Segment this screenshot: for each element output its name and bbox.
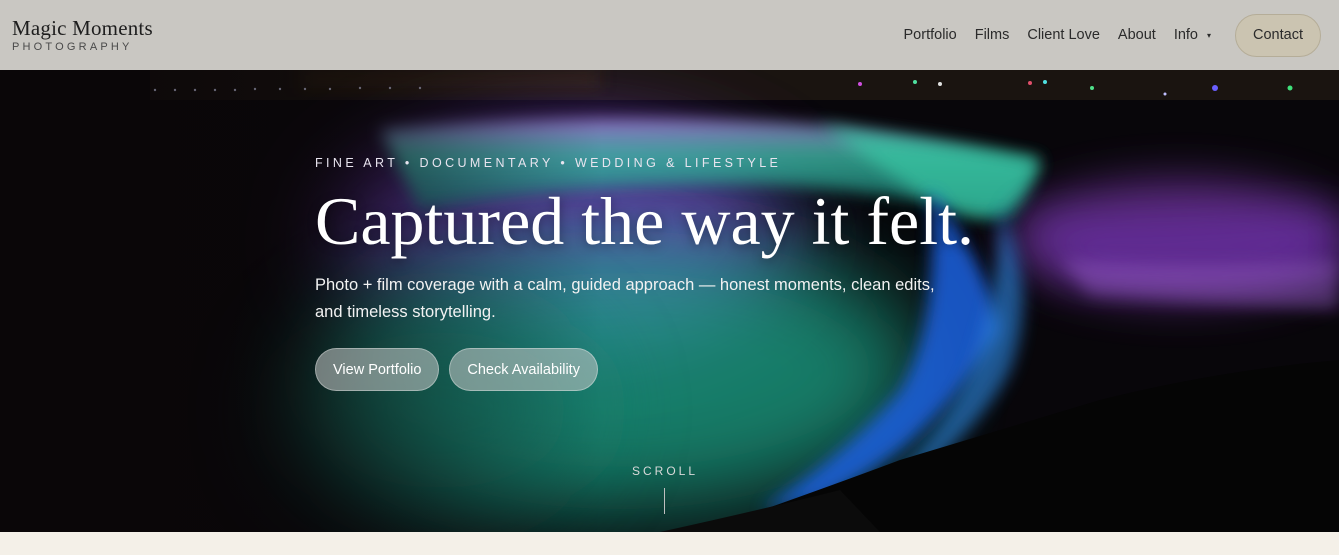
hero-subtext: Photo + film coverage with a calm, guide… [315,276,935,321]
contact-button[interactable]: Contact [1235,13,1321,57]
next-section-edge [0,532,1339,555]
logo-name: Magic Moments [12,15,153,40]
scroll-indicator-label[interactable]: SCROLL [0,464,1330,478]
site-logo[interactable]: Magic Moments PHOTOGRAPHY [12,15,153,53]
page: Magic Moments PHOTOGRAPHY Portfolio Film… [0,0,1339,555]
hero-buttons: View Portfolio Check Availability [315,348,608,391]
hero-eyebrow: FINE ART • DOCUMENTARY • WEDDING & LIFES… [315,156,782,170]
main-nav: Portfolio Films Client Love About Info ▾… [886,13,1321,57]
nav-item-about[interactable]: About [1118,27,1156,43]
caret-down-icon: ▾ [1207,30,1212,40]
site-header: Magic Moments PHOTOGRAPHY Portfolio Film… [0,0,1339,70]
hero-section: FINE ART • DOCUMENTARY • WEDDING & LIFES… [0,70,1339,532]
nav-item-client-love[interactable]: Client Love [1027,27,1100,43]
nav-item-info[interactable]: Info ▾ [1174,27,1211,43]
nav-item-films[interactable]: Films [975,27,1010,43]
nav-item-portfolio[interactable]: Portfolio [904,27,957,43]
check-availability-button[interactable]: Check Availability [449,348,598,391]
nav-item-info-label: Info [1173,27,1198,43]
scroll-indicator-line [664,488,665,514]
logo-tagline: PHOTOGRAPHY [12,40,133,53]
view-portfolio-button[interactable]: View Portfolio [315,348,440,391]
hero-headline: Captured the way it felt. [315,183,975,259]
